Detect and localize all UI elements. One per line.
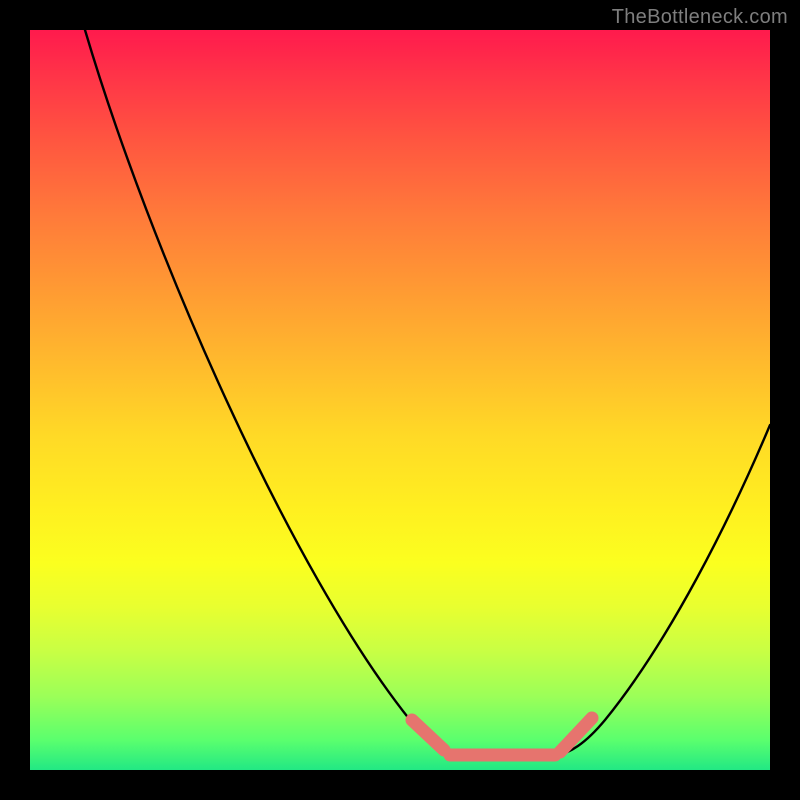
chart-frame: TheBottleneck.com <box>0 0 800 800</box>
watermark-text: TheBottleneck.com <box>612 6 788 29</box>
plot-area <box>30 30 770 770</box>
left-highlight <box>412 720 444 750</box>
bottleneck-curve <box>30 30 770 770</box>
curve-path <box>85 30 770 759</box>
